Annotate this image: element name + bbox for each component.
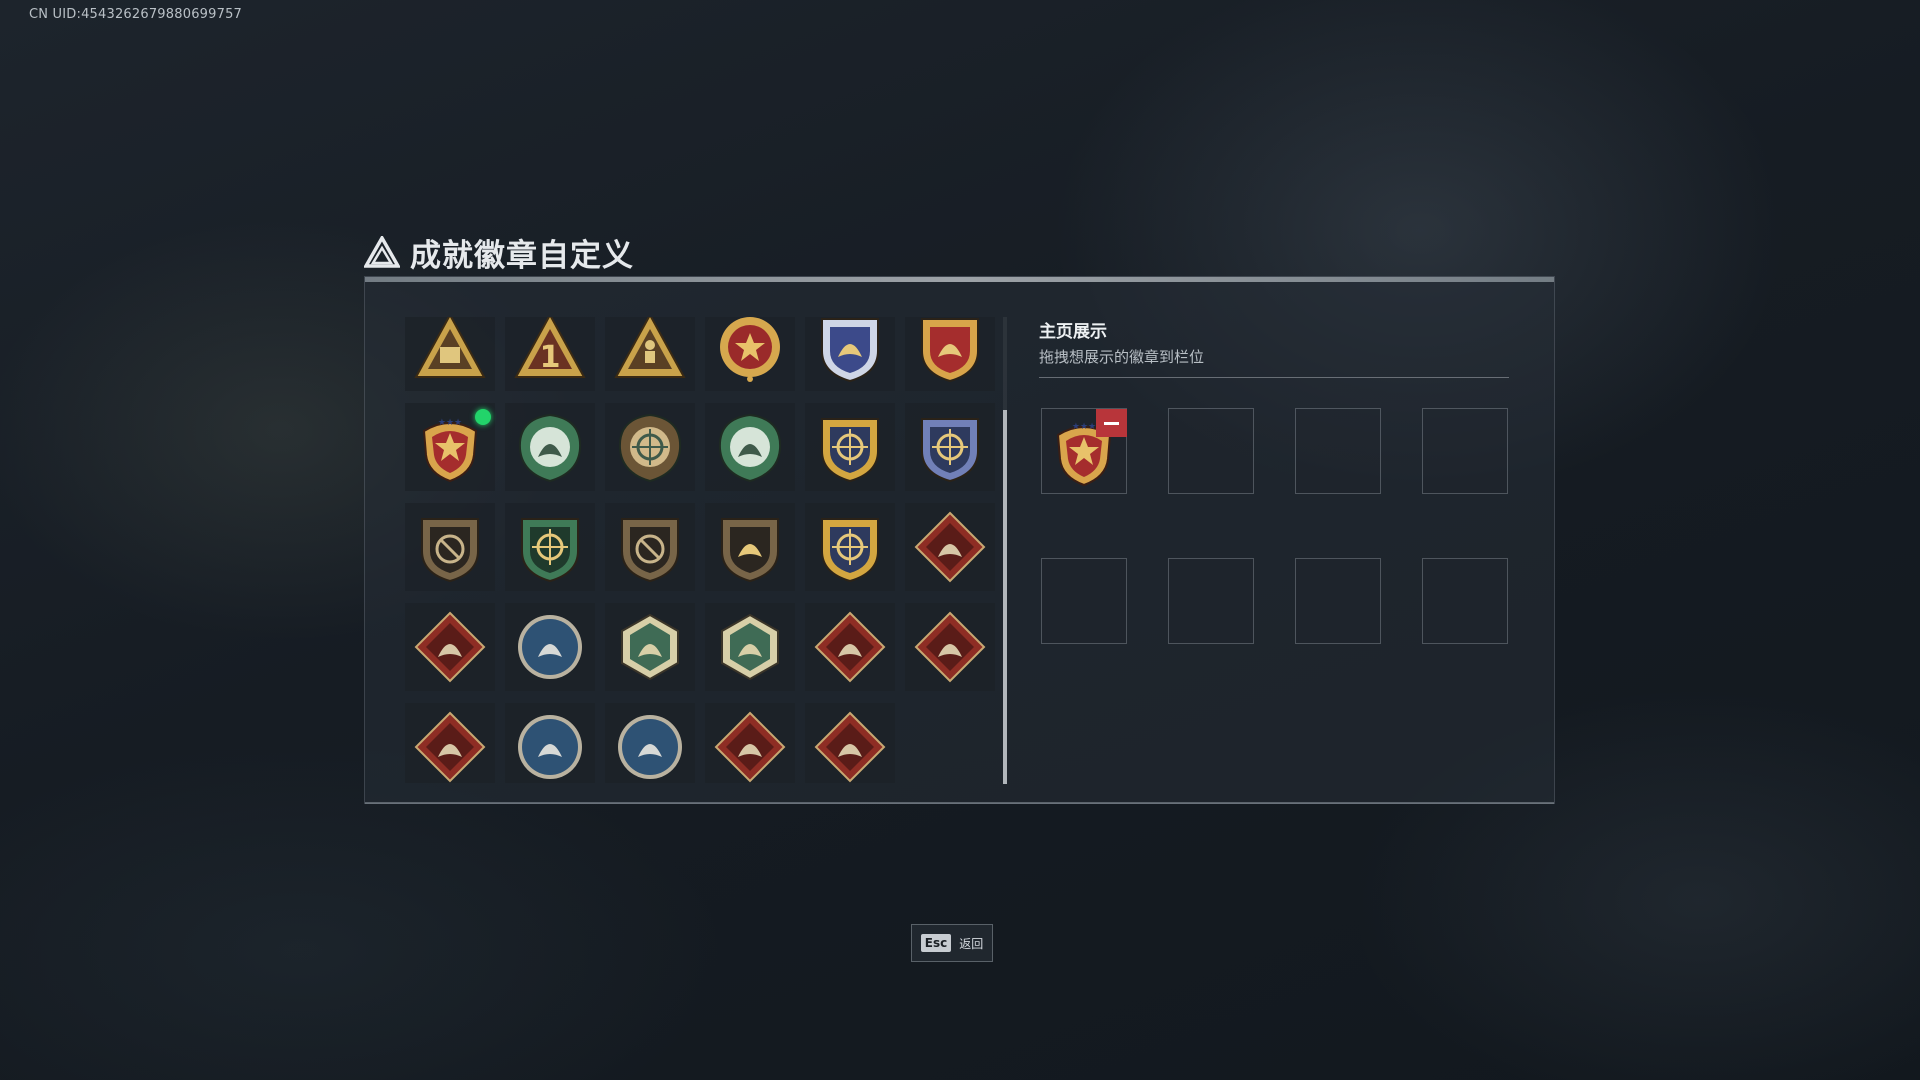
page-title: 成就徽章自定义 (410, 237, 634, 274)
badge-customize-panel: 1 ★★★ 主页展示 拖拽想展示的徽章到栏位 ★★★ (364, 276, 1555, 804)
badge-cell[interactable] (805, 703, 895, 783)
slash-badge-icon (421, 518, 479, 583)
showcase-slot[interactable] (1168, 408, 1254, 494)
panel-top-bar (365, 277, 1554, 282)
target-badge-icon (618, 413, 682, 483)
target-badge-icon (821, 418, 879, 483)
badge-grid: 1 ★★★ (405, 317, 1005, 783)
badge-cell[interactable] (605, 403, 695, 491)
fist-badge-icon (714, 711, 786, 783)
showcase-slot[interactable] (1295, 558, 1381, 644)
wings-badge-icon (821, 318, 879, 383)
badge-cell[interactable] (905, 603, 995, 691)
showcase-slot[interactable] (1041, 558, 1127, 644)
star-badge-icon (720, 317, 780, 382)
badge-cell[interactable] (405, 317, 495, 391)
dragon-badge-icon (914, 611, 986, 683)
badge-cell[interactable] (505, 503, 595, 591)
badge-cell[interactable] (605, 503, 695, 591)
showcase-subtitle: 拖拽想展示的徽章到栏位 (1039, 348, 1205, 366)
pistol-badge-icon (721, 518, 779, 583)
wolf-badge-icon (618, 715, 682, 779)
panel-bottom-bar (365, 802, 1554, 804)
badge-cell[interactable] (405, 603, 495, 691)
box-badge-icon (414, 317, 486, 378)
badge-cell[interactable] (605, 317, 695, 391)
svg-text:★★★: ★★★ (438, 418, 462, 428)
badge-cell[interactable] (805, 603, 895, 691)
gun-badge-icon (721, 613, 779, 681)
wasp-badge-icon (621, 613, 679, 681)
showcase-slot[interactable] (1422, 558, 1508, 644)
target-badge-icon (921, 418, 979, 483)
esc-key-icon: Esc (920, 934, 952, 952)
badge-cell[interactable] (705, 317, 795, 391)
back-label: 返回 (959, 936, 984, 951)
badge-cell[interactable] (905, 503, 995, 591)
in-showcase-indicator (475, 409, 491, 425)
eagle-badge-icon (518, 615, 582, 679)
badge-cell[interactable] (605, 703, 695, 783)
wolf-badge-icon (518, 715, 582, 779)
slash-badge-icon (621, 518, 679, 583)
showcase-slot[interactable] (1295, 408, 1381, 494)
globe-badge-icon (518, 413, 582, 483)
badge-cell[interactable]: 1 (505, 317, 595, 391)
wolf-badge-icon (914, 511, 986, 583)
uid-label: CN UID:4543262679880699757 (29, 7, 243, 22)
runner-badge-icon (414, 711, 486, 783)
target-badge-icon (521, 518, 579, 583)
1-badge-icon: 1 (514, 317, 586, 378)
cross-badge-icon (921, 318, 979, 383)
target-badge-icon (821, 518, 879, 583)
showcase-slot[interactable]: ★★★ (1041, 408, 1127, 494)
badge-cell[interactable] (405, 503, 495, 591)
delta-logo-icon (364, 236, 400, 268)
badge-cell[interactable] (505, 603, 595, 691)
badge-cell[interactable] (905, 403, 995, 491)
badge-cell[interactable] (805, 403, 895, 491)
badge-cell[interactable] (705, 503, 795, 591)
wolf-badge-icon (414, 611, 486, 683)
figure-badge-icon (614, 317, 686, 378)
badge-cell[interactable] (805, 317, 895, 391)
eye-badge-icon (718, 413, 782, 483)
showcase-divider (1039, 377, 1509, 378)
svg-text:★★★: ★★★ (1072, 422, 1096, 432)
showcase-slot[interactable] (1422, 408, 1508, 494)
showcase-title: 主页展示 (1039, 322, 1107, 342)
badge-cell[interactable] (505, 403, 595, 491)
badge-cell[interactable] (505, 703, 595, 783)
homepage-showcase: 主页展示 拖拽想展示的徽章到栏位 (1039, 317, 1509, 378)
showcase-slot[interactable] (1168, 558, 1254, 644)
scrollbar-thumb[interactable] (1003, 410, 1007, 784)
badge-cell[interactable] (705, 703, 795, 783)
badge-cell[interactable] (805, 503, 895, 591)
badge-cell[interactable] (605, 603, 695, 691)
badge-cell[interactable] (705, 603, 795, 691)
remove-badge-button[interactable] (1096, 409, 1127, 437)
snake-badge-icon (814, 711, 886, 783)
dragon-badge-icon (814, 611, 886, 683)
svg-text:1: 1 (540, 340, 561, 375)
dialog-header: 成就徽章自定义 (364, 230, 634, 274)
back-button[interactable]: Esc 返回 (911, 924, 993, 962)
badge-cell[interactable] (705, 403, 795, 491)
badge-cell[interactable] (405, 703, 495, 783)
badge-cell[interactable]: ★★★ (405, 403, 495, 491)
badge-cell[interactable] (905, 317, 995, 391)
